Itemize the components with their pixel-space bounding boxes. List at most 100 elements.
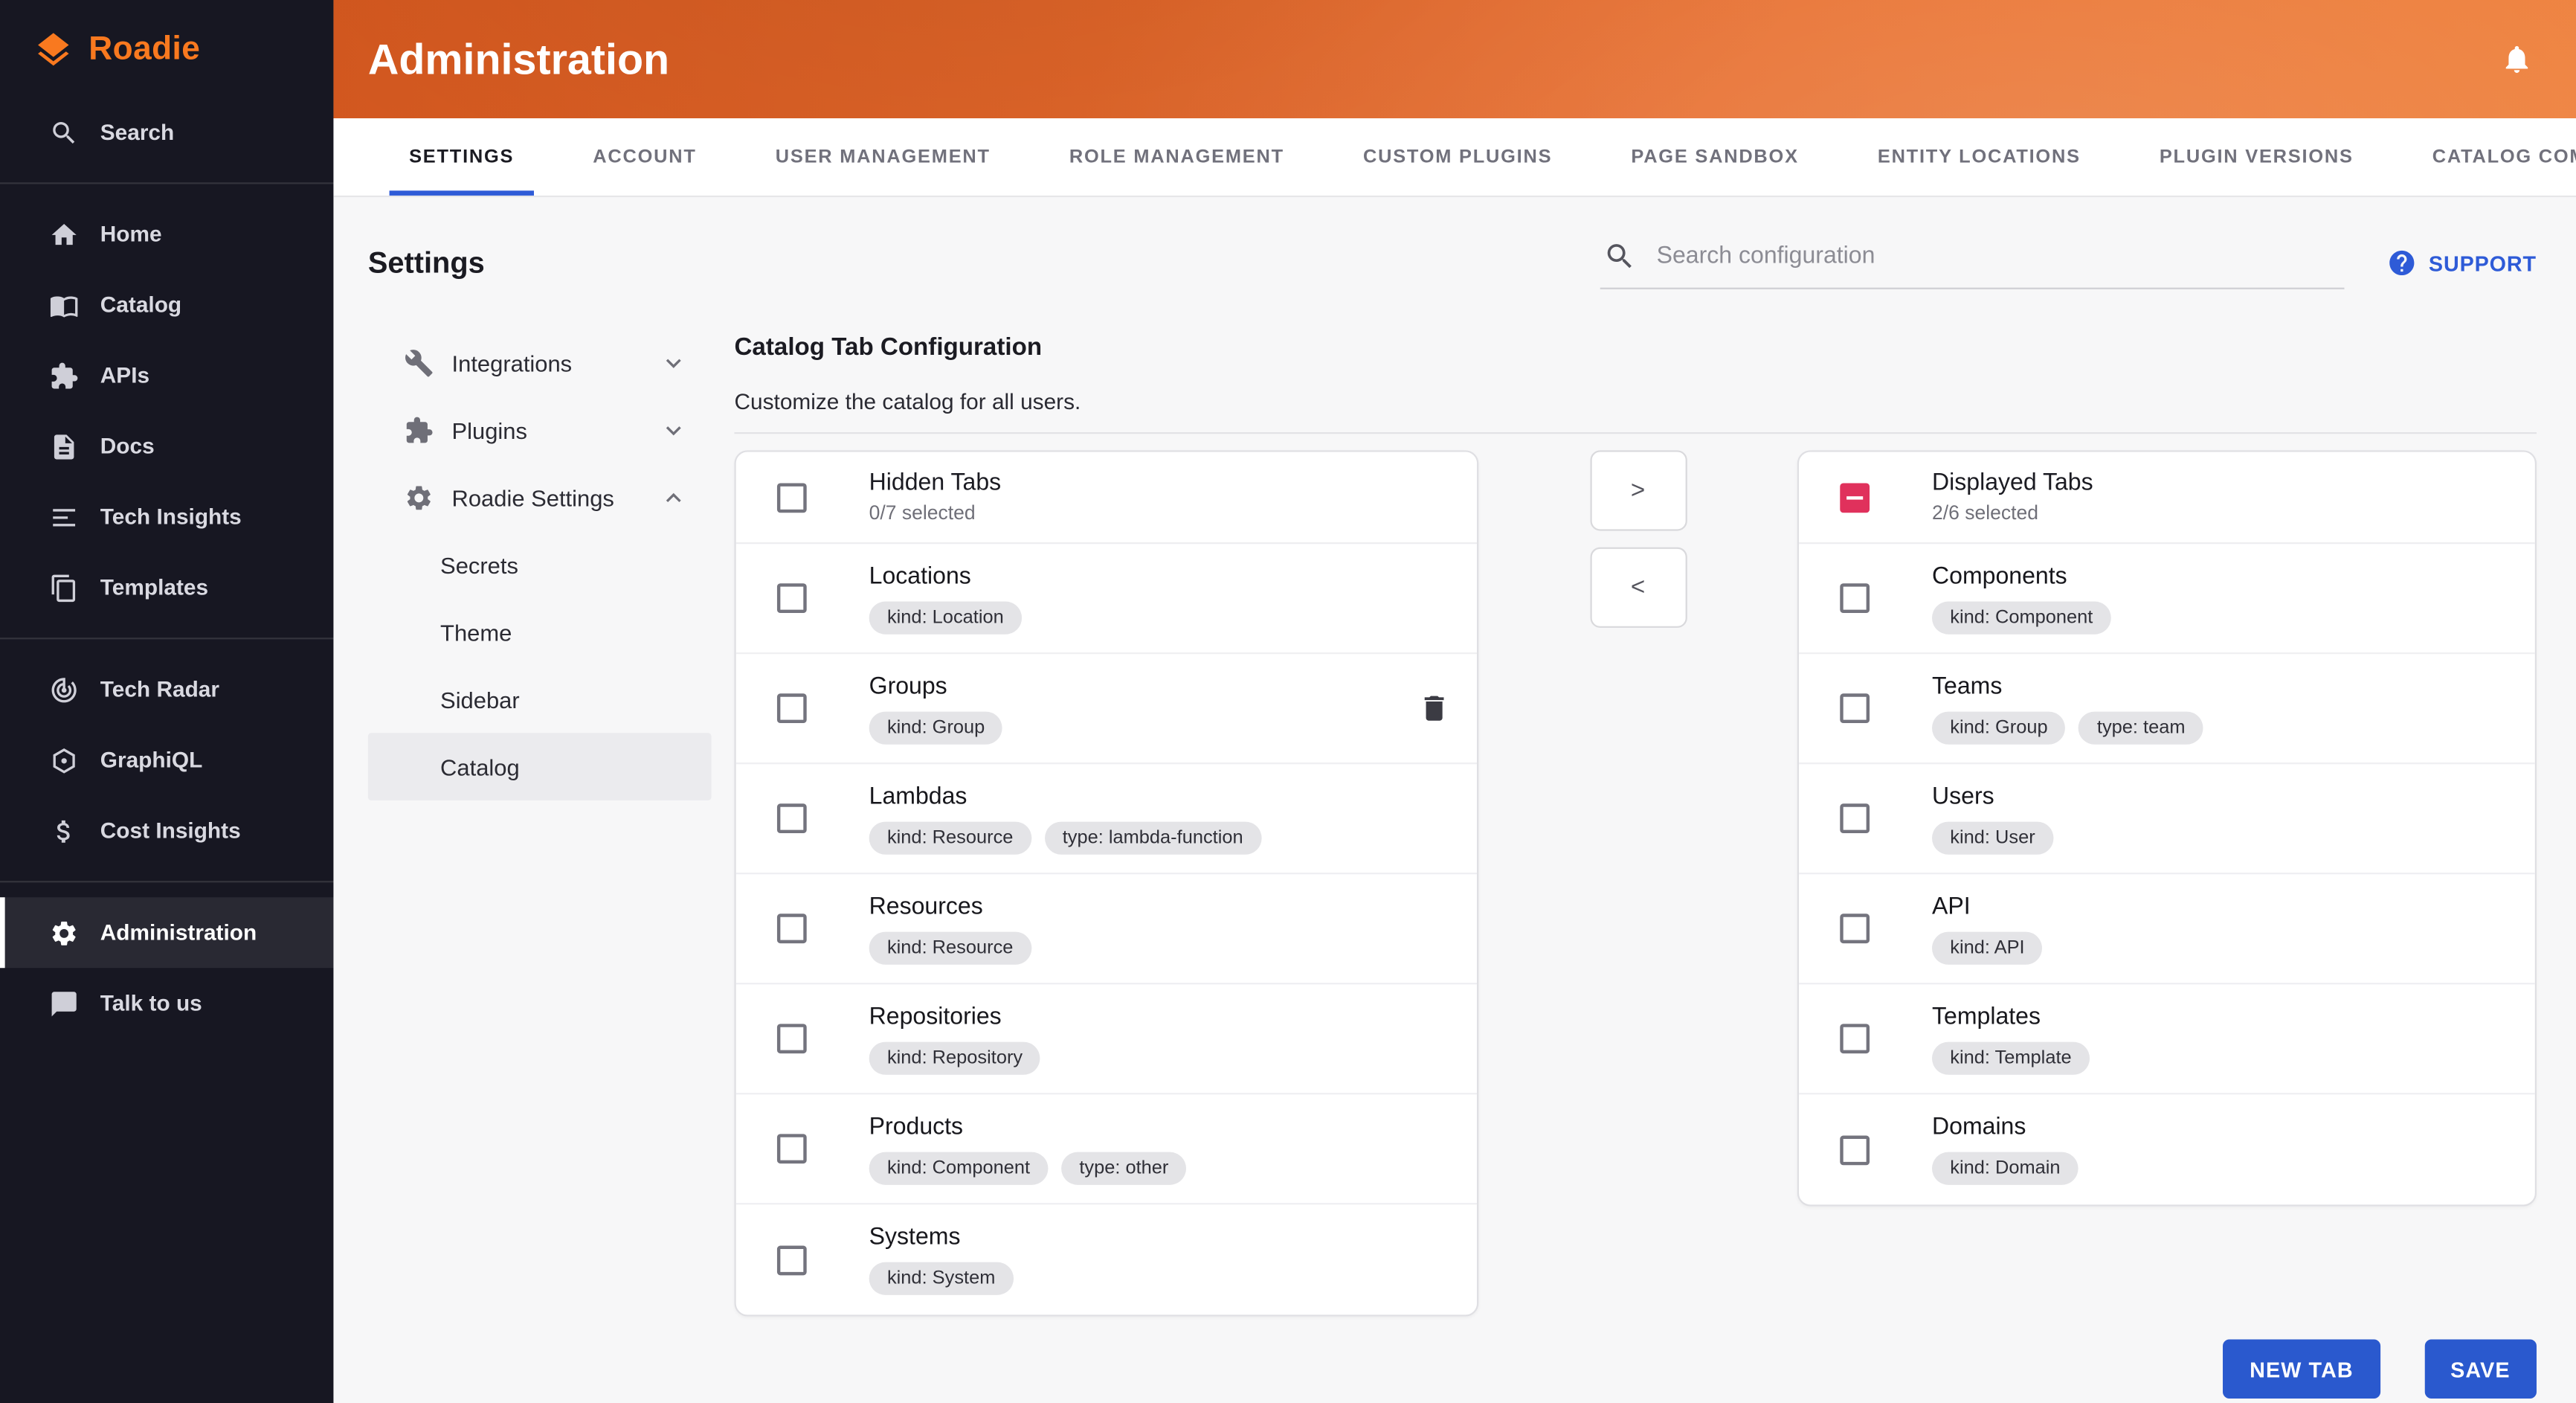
tab-account[interactable]: ACCOUNT bbox=[573, 118, 716, 196]
settings-heading: Settings bbox=[368, 245, 485, 280]
sidebar-item-apis[interactable]: APIs bbox=[0, 340, 333, 411]
tab-row-checkbox[interactable] bbox=[777, 583, 807, 613]
tab-chip: type: other bbox=[1061, 1152, 1187, 1184]
tab-row-checkbox[interactable] bbox=[1840, 693, 1870, 723]
sidebar-item-cost-insights[interactable]: Cost Insights bbox=[0, 795, 333, 866]
new-tab-button[interactable]: NEW TAB bbox=[2224, 1339, 2380, 1399]
displayed-tab-row-templates: Templateskind: Template bbox=[1799, 984, 2535, 1094]
tab-entity-locations[interactable]: ENTITY LOCATIONS bbox=[1858, 118, 2100, 196]
tab-row-checkbox[interactable] bbox=[1840, 583, 1870, 613]
tab-name: Domains bbox=[1932, 1114, 2078, 1140]
move-to-hidden-button[interactable]: < bbox=[1589, 548, 1686, 628]
support-label: SUPPORT bbox=[2429, 251, 2537, 275]
bell-icon[interactable] bbox=[2500, 42, 2533, 75]
graphiql-icon bbox=[49, 745, 79, 775]
hidden-tab-row-locations: Locations kind: Location bbox=[736, 544, 1477, 654]
sidebar-item-talk-to-us[interactable]: Talk to us bbox=[0, 968, 333, 1038]
tab-chip: kind: Group bbox=[1932, 710, 2066, 743]
chevron-up-icon bbox=[659, 482, 689, 512]
tab-row-checkbox[interactable] bbox=[777, 914, 807, 943]
administration-icon bbox=[49, 918, 79, 948]
sidebar-item-label: APIs bbox=[100, 363, 149, 388]
tab-row-checkbox[interactable] bbox=[1840, 803, 1870, 833]
delete-icon[interactable] bbox=[1418, 692, 1451, 725]
tab-row-checkbox[interactable] bbox=[777, 693, 807, 723]
sidebar-item-templates[interactable]: Templates bbox=[0, 552, 333, 623]
sidebar-divider bbox=[0, 638, 333, 639]
settings-nav-sidebar[interactable]: Sidebar bbox=[368, 666, 712, 733]
tab-name: Repositories bbox=[869, 1004, 1041, 1030]
settings-nav-catalog[interactable]: Catalog bbox=[368, 733, 712, 800]
tab-settings[interactable]: SETTINGS bbox=[390, 118, 534, 196]
catalog-config-panel: Catalog Tab Configuration Customize the … bbox=[735, 329, 2537, 1317]
tab-page-sandbox[interactable]: PAGE SANDBOX bbox=[1611, 118, 1818, 196]
settings-nav-theme[interactable]: Theme bbox=[368, 598, 712, 666]
config-search bbox=[1601, 237, 2345, 289]
sidebar-item-search[interactable]: Search bbox=[0, 97, 333, 167]
config-search-input[interactable] bbox=[1657, 243, 2342, 269]
move-to-displayed-button[interactable]: > bbox=[1589, 450, 1686, 530]
sidebar-item-administration[interactable]: Administration bbox=[0, 897, 333, 968]
tab-row-checkbox[interactable] bbox=[1840, 914, 1870, 943]
cost-insights-icon bbox=[49, 816, 79, 846]
tab-name: Systems bbox=[869, 1224, 1014, 1250]
tab-catalog-completeness[interactable]: CATALOG COMPLETENESS bbox=[2412, 118, 2576, 196]
tab-chip: kind: Location bbox=[869, 600, 1022, 633]
tab-user-management[interactable]: USER MANAGEMENT bbox=[756, 118, 1010, 196]
settings-nav-integrations[interactable]: Integrations bbox=[368, 329, 712, 396]
sidebar-item-docs[interactable]: Docs bbox=[0, 411, 333, 481]
tab-name: Lambdas bbox=[869, 783, 1261, 809]
chat-icon bbox=[49, 989, 79, 1018]
sidebar-item-label: Docs bbox=[100, 434, 155, 458]
sidebar-item-label: GraphiQL bbox=[100, 748, 203, 772]
tab-role-management[interactable]: ROLE MANAGEMENT bbox=[1049, 118, 1304, 196]
tab-name: Locations bbox=[869, 563, 1022, 589]
footer-actions: NEW TAB SAVE bbox=[2224, 1339, 2537, 1399]
sidebar-divider bbox=[0, 182, 333, 184]
templates-icon bbox=[49, 573, 79, 603]
tab-plugin-versions[interactable]: PLUGIN VERSIONS bbox=[2139, 118, 2373, 196]
settings-body: IntegrationsPlugins Roadie Settings Secret… bbox=[368, 329, 2537, 1317]
tab-chip: kind: Component bbox=[1932, 600, 2111, 633]
sidebar: Roadie Search HomeCatalog APIs Docs Tech Ins… bbox=[0, 0, 333, 1403]
tab-name: API bbox=[1932, 893, 2043, 919]
tab-chip: kind: User bbox=[1932, 821, 2053, 853]
sidebar-item-tech-radar[interactable]: Tech Radar bbox=[0, 654, 333, 725]
sidebar-item-home[interactable]: Home bbox=[0, 199, 333, 269]
settings-nav-label: Roadie Settings bbox=[452, 484, 614, 510]
support-link[interactable]: SUPPORT bbox=[2388, 248, 2537, 278]
page-header: Administration bbox=[333, 0, 2576, 118]
hidden-tabs-select-all-checkbox[interactable] bbox=[777, 482, 807, 512]
hidden-tabs-header: Hidden Tabs 0/7 selected bbox=[736, 452, 1477, 545]
tab-row-checkbox[interactable] bbox=[777, 803, 807, 833]
chevron-down-icon bbox=[659, 415, 689, 445]
sidebar-item-label: Templates bbox=[100, 575, 208, 600]
tab-name: Components bbox=[1932, 563, 2111, 589]
save-button[interactable]: SAVE bbox=[2424, 1339, 2537, 1399]
tab-row-checkbox[interactable] bbox=[1840, 1134, 1870, 1164]
sidebar-item-tech-insights[interactable]: Tech Insights bbox=[0, 481, 333, 552]
tab-row-checkbox[interactable] bbox=[1840, 1024, 1870, 1053]
tab-row-checkbox[interactable] bbox=[777, 1024, 807, 1053]
sidebar-divider bbox=[0, 881, 333, 882]
roadie-logo-icon bbox=[33, 30, 74, 71]
panel-divider bbox=[735, 432, 2537, 434]
tab-chip: kind: Domain bbox=[1932, 1152, 2078, 1185]
tab-chip: kind: Group bbox=[869, 710, 1003, 743]
tab-row-checkbox[interactable] bbox=[777, 1245, 807, 1274]
app-window: Roadie SearchHomeCatalogAPIsDocsTech Ins… bbox=[0, 0, 2576, 1403]
home-icon bbox=[49, 219, 79, 249]
settings-nav-secrets[interactable]: Secrets bbox=[368, 531, 712, 599]
displayed-tab-row-users: Userskind: User bbox=[1799, 764, 2535, 874]
hidden-tab-row-products: Productskind: Componenttype: other bbox=[736, 1094, 1477, 1204]
tab-row-checkbox[interactable] bbox=[777, 1134, 807, 1163]
displayed-tabs-select-all-checkbox[interactable] bbox=[1840, 482, 1870, 512]
tab-chip: type: lambda-function bbox=[1044, 821, 1261, 853]
roadie-logo[interactable]: Roadie bbox=[0, 0, 333, 97]
settings-nav-plugins[interactable]: Plugins bbox=[368, 396, 712, 463]
sidebar-item-catalog[interactable]: Catalog bbox=[0, 269, 333, 340]
sidebar-item-graphiql[interactable]: GraphiQL bbox=[0, 725, 333, 795]
transfer-list: Hidden Tabs 0/7 selected Locations kind: … bbox=[735, 450, 2537, 1316]
settings-nav-roadie-settings[interactable]: Roadie Settings bbox=[368, 463, 712, 531]
tab-custom-plugins[interactable]: CUSTOM PLUGINS bbox=[1343, 118, 1571, 196]
